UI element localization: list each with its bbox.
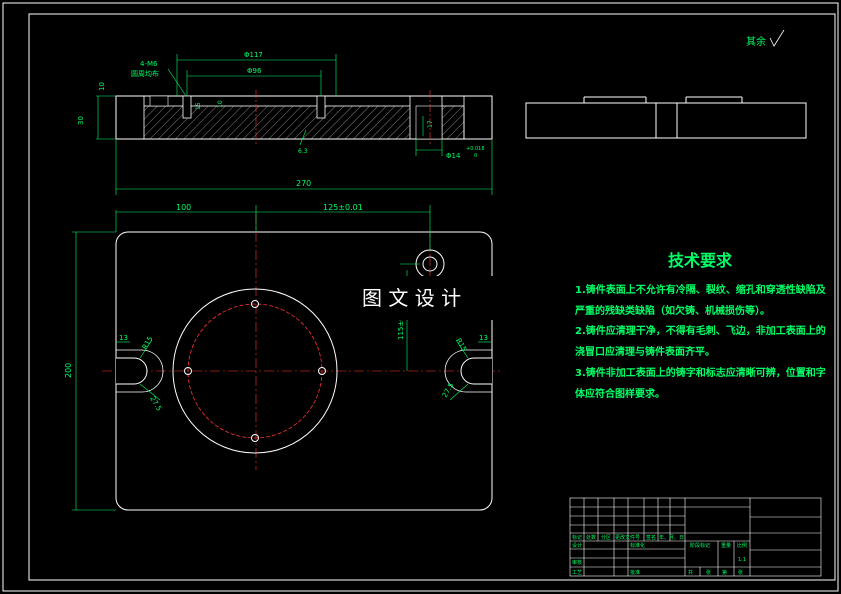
dim-R15-left: R15: [141, 335, 155, 351]
tb-marker: 标记: [572, 534, 582, 541]
dim-ra: 6.3: [298, 148, 308, 155]
tb-design: 设计: [572, 542, 582, 549]
tb-sign: 签名: [646, 534, 656, 541]
dim-w100: 100: [176, 203, 191, 212]
tb-date: 年、月、日: [659, 534, 684, 541]
plan-view: 100 125±0.01 200 115±0.1 13 13 R15 R15 2…: [64, 203, 500, 511]
dim-t15: 15: [195, 102, 202, 110]
tb-scale-label: 比例: [737, 542, 747, 549]
dim-l27-left: 27.5: [148, 395, 163, 413]
dim-holes: 4-M6: [140, 60, 158, 68]
tb-weight: 重量: [721, 542, 731, 549]
dim-r13-right: 13: [479, 334, 488, 342]
tb-approve: 批准: [630, 569, 640, 576]
section-hatch-right: [441, 105, 465, 140]
dim-d14-tol-bot: 0: [474, 153, 477, 159]
dim-d14: Φ14: [446, 152, 461, 160]
tb-count: 处数: [586, 534, 596, 541]
watermark: 图 文 设 计: [362, 286, 461, 310]
dim-w125: 125±0.01: [323, 203, 363, 212]
dim-l27-right: 27.5: [441, 381, 456, 399]
tech-req-title: 技术要求: [668, 251, 733, 270]
dim-h30: 30: [77, 116, 85, 125]
tech-req-line-4: 浇冒口应清理与铸件表面齐平。: [575, 345, 715, 358]
dim-d14-tol-top: +0.018: [466, 146, 485, 152]
dim-phi96: Φ96: [247, 67, 262, 75]
tech-req-line-5: 3.铸件非加工表面上的铸字和标志应清晰可辨，位置和字: [575, 366, 826, 379]
tech-req-line-3: 2.铸件应清理干净，不得有毛刺、飞边，非加工表面上的: [575, 324, 826, 337]
tech-req-line-1: 1.铸件表面上不允许有冷隔、裂纹、缩孔和穿透性缺陷及: [575, 283, 827, 296]
tb-process: 工艺: [572, 570, 582, 576]
tb-zone: 分区: [601, 534, 611, 541]
tb-scale: 1:1: [738, 557, 746, 563]
dim-w270: 270: [296, 179, 311, 188]
u-slot-right: [460, 357, 492, 385]
surface-note: 其余: [746, 35, 766, 48]
u-slot-left: [116, 357, 148, 385]
tb-sheets: 张: [706, 569, 711, 576]
tapped-hole-left: [182, 95, 192, 119]
tb-sheet: 张: [738, 569, 743, 576]
tb-stage: 阶段标记: [690, 542, 710, 549]
dim-h200: 200: [64, 363, 73, 378]
tb-standard: 标准化: [630, 542, 645, 549]
tech-req-line-2: 严重的残缺类缺陷（如欠铸、机械损伤等）。: [574, 304, 770, 317]
dim-t10: 10: [217, 100, 224, 108]
dim-phi117: Φ117: [244, 51, 263, 59]
cad-drawing: 其余 4-M6 圆周均布 Φ117 Φ96 10 30 15 10 17 Φ14…: [2, 2, 839, 592]
tb-total: 共: [688, 569, 693, 576]
dim-r13-left: 13: [119, 334, 128, 342]
dim-h10: 10: [98, 82, 106, 91]
tb-sheet-no: 第: [722, 569, 727, 576]
roughness-symbol-icon: [769, 29, 785, 47]
dim-R15-right: R15: [454, 337, 468, 353]
dim-d17: 17: [427, 120, 434, 128]
side-view: [525, 96, 807, 139]
tech-req-line-6: 体应符合图样要求。: [575, 387, 665, 400]
tb-change-doc: 更改文件号: [615, 534, 640, 541]
section-view: 4-M6 圆周均布 Φ117 Φ96 10 30 15 10 17 Φ14 +0…: [77, 51, 493, 195]
dim-holes-note: 圆周均布: [131, 69, 159, 78]
tb-review: 审核: [572, 559, 582, 566]
tapped-hole-right: [316, 95, 326, 119]
